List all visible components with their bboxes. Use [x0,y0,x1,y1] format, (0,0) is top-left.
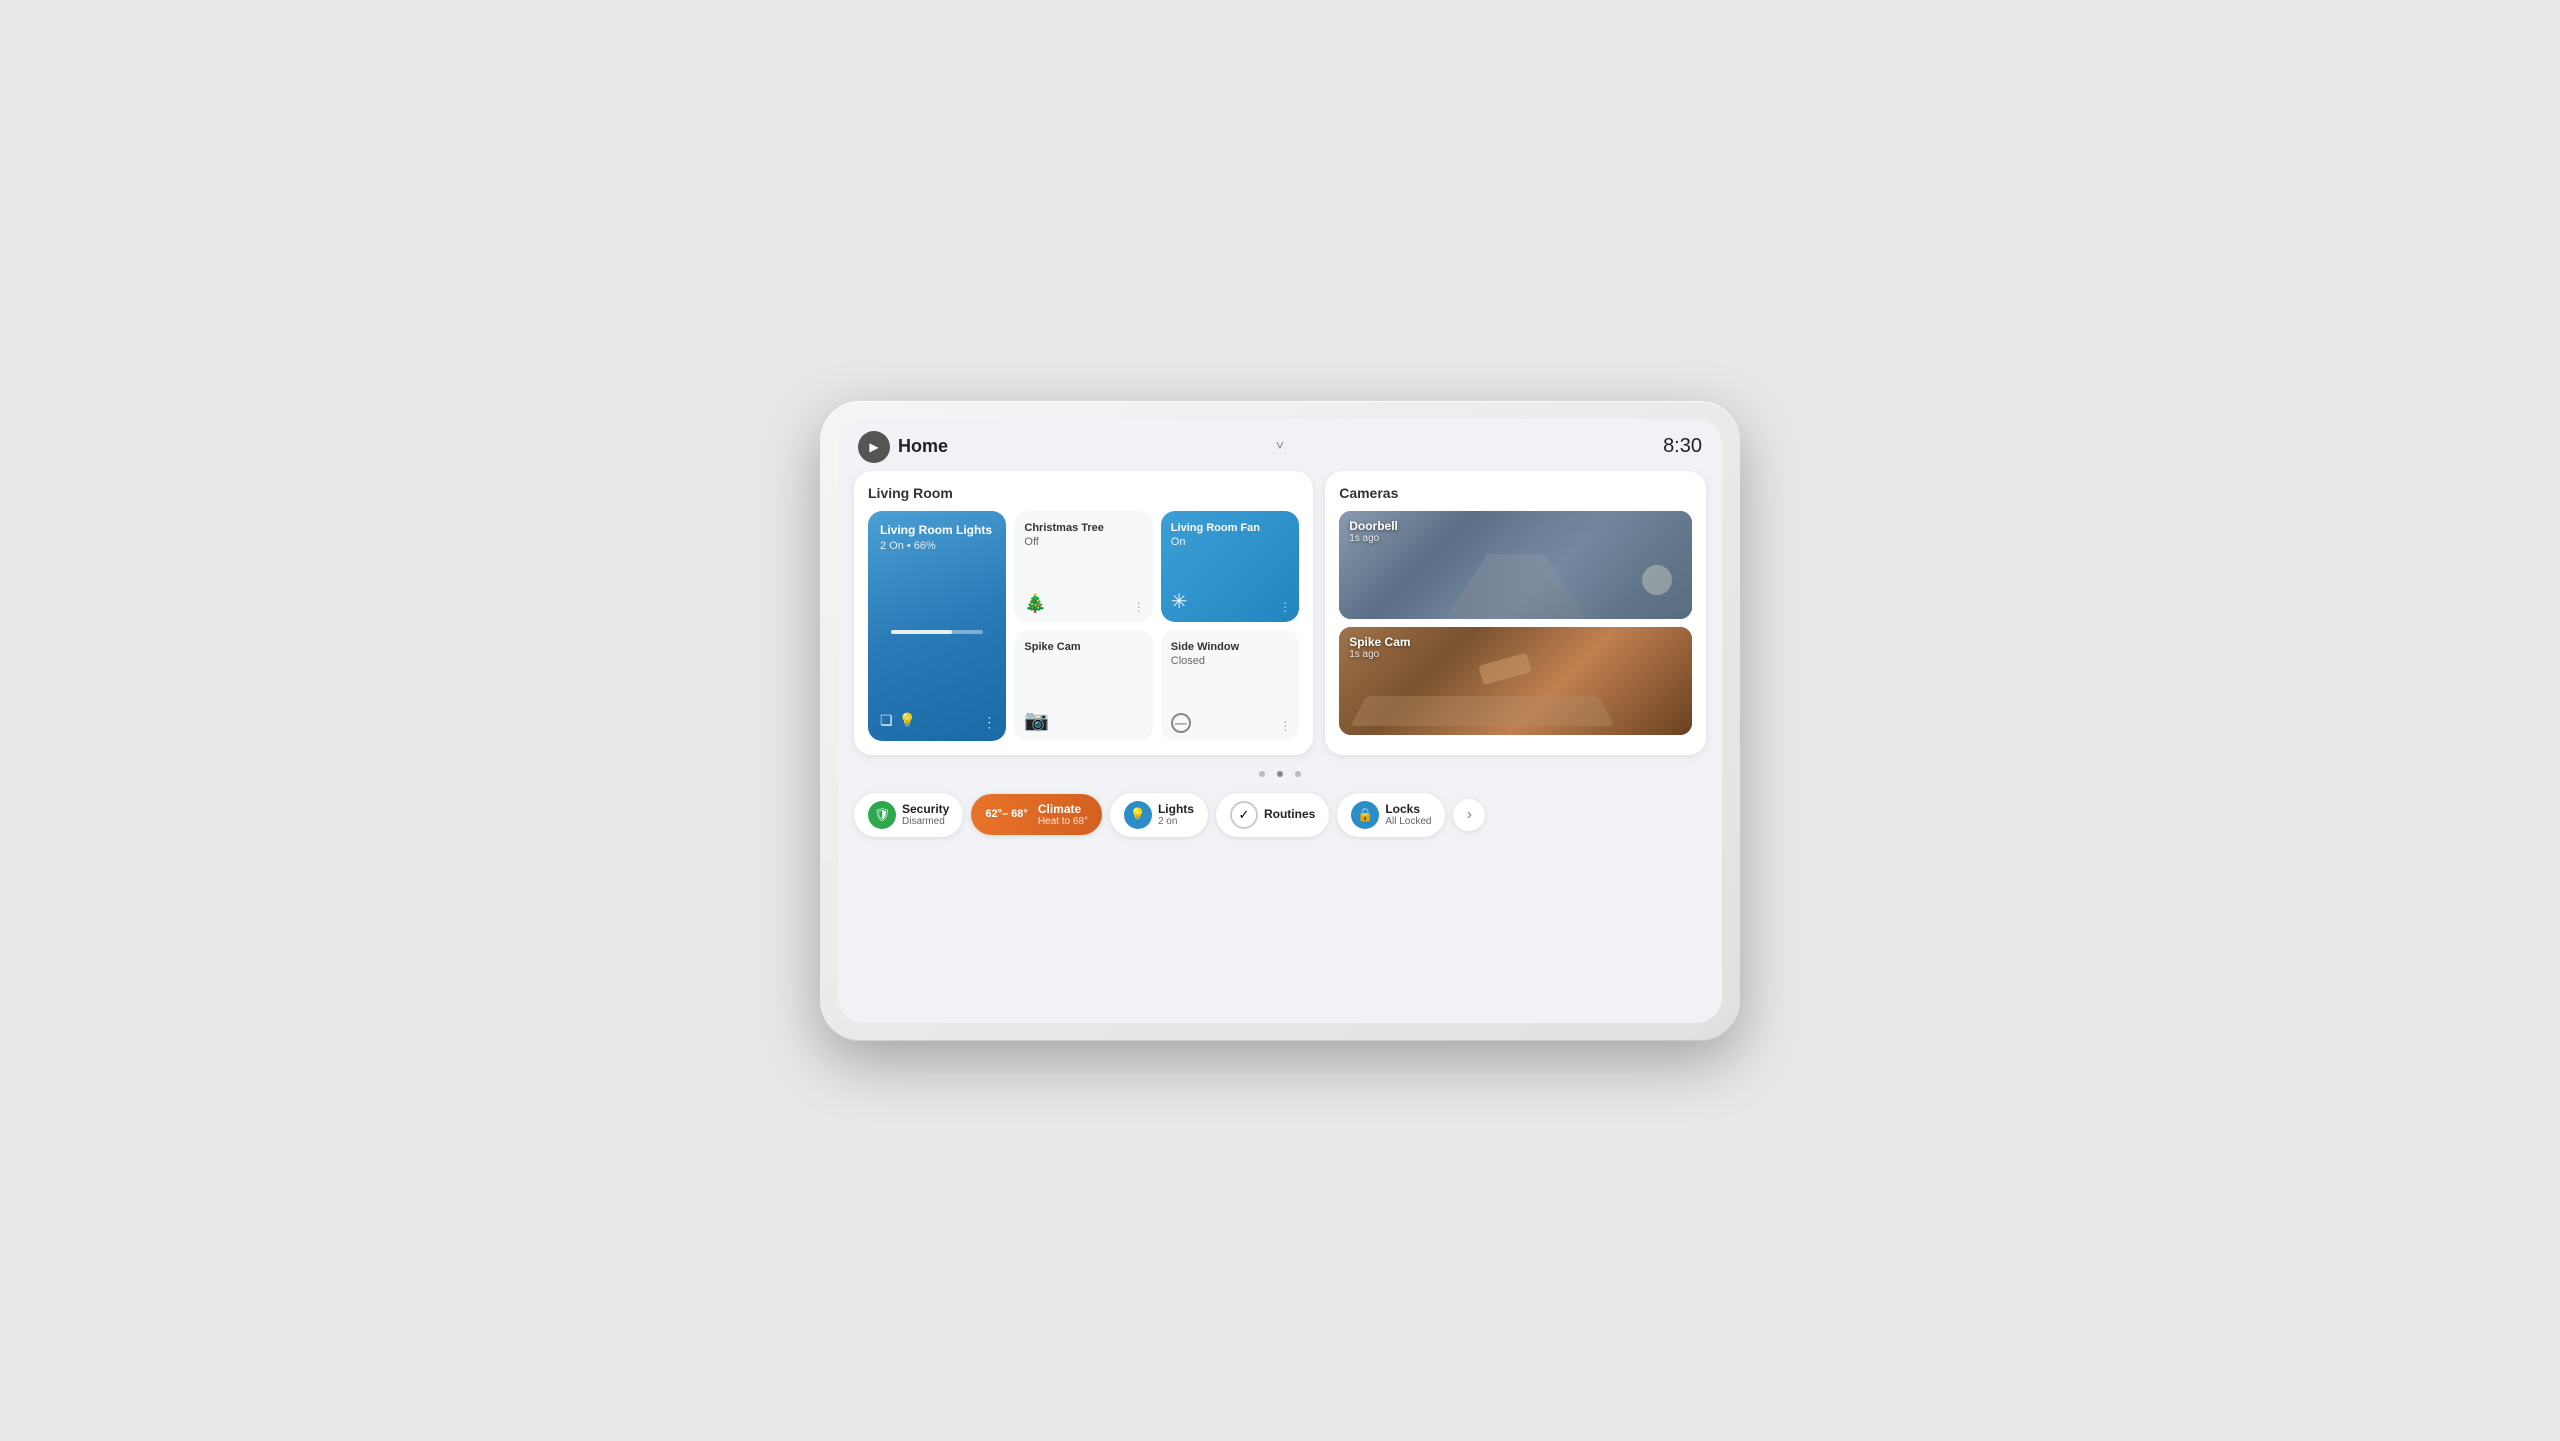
locks-sublabel: All Locked [1385,816,1431,827]
lights-menu-icon[interactable]: ⋮ [982,714,996,731]
lights-label: Lights [1158,802,1194,816]
fan-menu-icon[interactable]: ⋮ [1279,600,1291,614]
cameras-title: Cameras [1339,485,1692,501]
christmas-tree-title: Christmas Tree [1024,521,1142,535]
climate-range: 62°– 68° [985,808,1027,820]
page-dot-2[interactable] [1277,771,1283,777]
security-sublabel: Disarmed [902,816,949,827]
group-icon: ❏ [880,712,893,729]
lights-icon-circle: 💡 [1124,801,1152,829]
widgets-grid: Living Room Lights 2 On • 66% ❏ 💡 ⋮ [868,511,1299,741]
widget-lights[interactable]: Living Room Lights 2 On • 66% ❏ 💡 ⋮ [868,511,1006,741]
cameras-panel: Cameras Doorbell 1s ago [1325,471,1706,755]
brightness-slider[interactable] [891,630,983,634]
lights-widget-title: Living Room Lights [880,523,994,539]
page-dot-3[interactable] [1295,771,1301,777]
christmas-tree-menu-icon[interactable]: ⋮ [1133,600,1145,614]
living-room-title: Living Room [868,485,1299,501]
spike-cam-title: Spike Cam [1024,640,1142,654]
lights-bottom-icons: ❏ 💡 [880,712,994,729]
security-shield-icon: 🛡 [874,807,891,823]
climate-label: Climate [1038,802,1088,816]
side-window-status: Closed [1171,655,1289,667]
brightness-fill [891,630,951,634]
climate-range-text: 62°– 68° [985,808,1027,820]
lights-slider-area [880,562,994,701]
time-display: 8:30 [1663,435,1702,458]
widget-side-window[interactable]: Side Window Closed — ⋮ [1161,630,1299,741]
locks-icon-circle: 🔒 [1351,801,1379,829]
home-title: Home [898,436,948,457]
home-play-icon: ▶ [869,440,878,454]
bottom-bar: 🛡 Security Disarmed 62°– 68° Climate Hea… [838,785,1722,849]
routines-icon-circle: ✓ [1230,801,1258,829]
fan-icon: ✳ [1171,589,1188,614]
living-room-panel: Living Room Living Room Lights 2 On • 66… [854,471,1313,755]
doorbell-light-visual [1642,565,1672,595]
fan-widget-status: On [1171,536,1289,548]
climate-sublabel: Heat to 68° [1038,816,1088,827]
side-window-title: Side Window [1171,640,1289,654]
camera-feed-spike[interactable]: Spike Cam 1s ago [1339,627,1692,735]
doorbell-camera-label: Doorbell 1s ago [1349,519,1398,544]
security-icon-circle: 🛡 [868,801,896,829]
top-bar: ▶ Home ˅ 8:30 [838,419,1722,471]
locks-label: Locks [1385,802,1431,816]
locks-pill-text: Locks All Locked [1385,802,1431,827]
lights-sublabel: 2 on [1158,816,1194,827]
home-section: ▶ Home [858,431,948,463]
locks-pill[interactable]: 🔒 Locks All Locked [1337,793,1445,837]
spike-camera-title: Spike Cam [1349,635,1410,649]
window-closed-icon: — [1171,713,1191,733]
lights-pill-text: Lights 2 on [1158,802,1194,827]
security-pill-text: Security Disarmed [902,802,949,827]
locks-lock-icon: 🔒 [1357,807,1373,823]
fan-widget-title: Living Room Fan [1171,521,1289,535]
lights-bulb-icon: 💡 [1130,807,1146,823]
spike-camera-time: 1s ago [1349,649,1410,660]
camera-feeds: Doorbell 1s ago Spike Cam 1 [1339,511,1692,735]
more-indicator[interactable]: › [1453,799,1485,831]
doorbell-camera-title: Doorbell [1349,519,1398,533]
routines-label: Routines [1264,807,1315,821]
spike-cam-object [1479,653,1532,685]
widget-christmas-tree[interactable]: Christmas Tree Off 🎄 ⋮ [1014,511,1152,622]
camera-icon: 📷 [1024,708,1049,733]
routines-pill-text: Routines [1264,807,1315,821]
routines-check-icon: ✓ [1239,807,1250,823]
device-frame: ▶ Home ˅ 8:30 Living Room Living Room Li… [820,401,1740,1041]
widget-fan[interactable]: Living Room Fan On ✳ ⋮ [1161,511,1299,622]
camera-feed-doorbell[interactable]: Doorbell 1s ago [1339,511,1692,619]
device-screen: ▶ Home ˅ 8:30 Living Room Living Room Li… [838,419,1722,1023]
spike-camera-label: Spike Cam 1s ago [1349,635,1410,660]
bulb-icon: 💡 [899,712,916,729]
doorbell-camera-time: 1s ago [1349,533,1398,544]
widget-spike-cam[interactable]: Spike Cam 📷 [1014,630,1152,741]
security-pill[interactable]: 🛡 Security Disarmed [854,793,963,837]
security-label: Security [902,802,949,816]
home-icon-button[interactable]: ▶ [858,431,890,463]
main-content: Living Room Living Room Lights 2 On • 66… [838,471,1722,767]
tree-icon: 🎄 [1024,593,1046,614]
page-dot-1[interactable] [1259,771,1265,777]
side-window-menu-icon[interactable]: ⋮ [1279,719,1291,733]
chevron-down-icon[interactable]: ˅ [1276,437,1284,453]
climate-pill[interactable]: 62°– 68° Climate Heat to 68° [971,794,1102,835]
lights-widget-subtitle: 2 On • 66% [880,540,994,552]
lights-pill[interactable]: 💡 Lights 2 on [1110,793,1208,837]
page-dots [838,767,1722,785]
climate-pill-text: Climate Heat to 68° [1038,802,1088,827]
routines-pill[interactable]: ✓ Routines [1216,793,1329,837]
christmas-tree-status: Off [1024,536,1142,548]
